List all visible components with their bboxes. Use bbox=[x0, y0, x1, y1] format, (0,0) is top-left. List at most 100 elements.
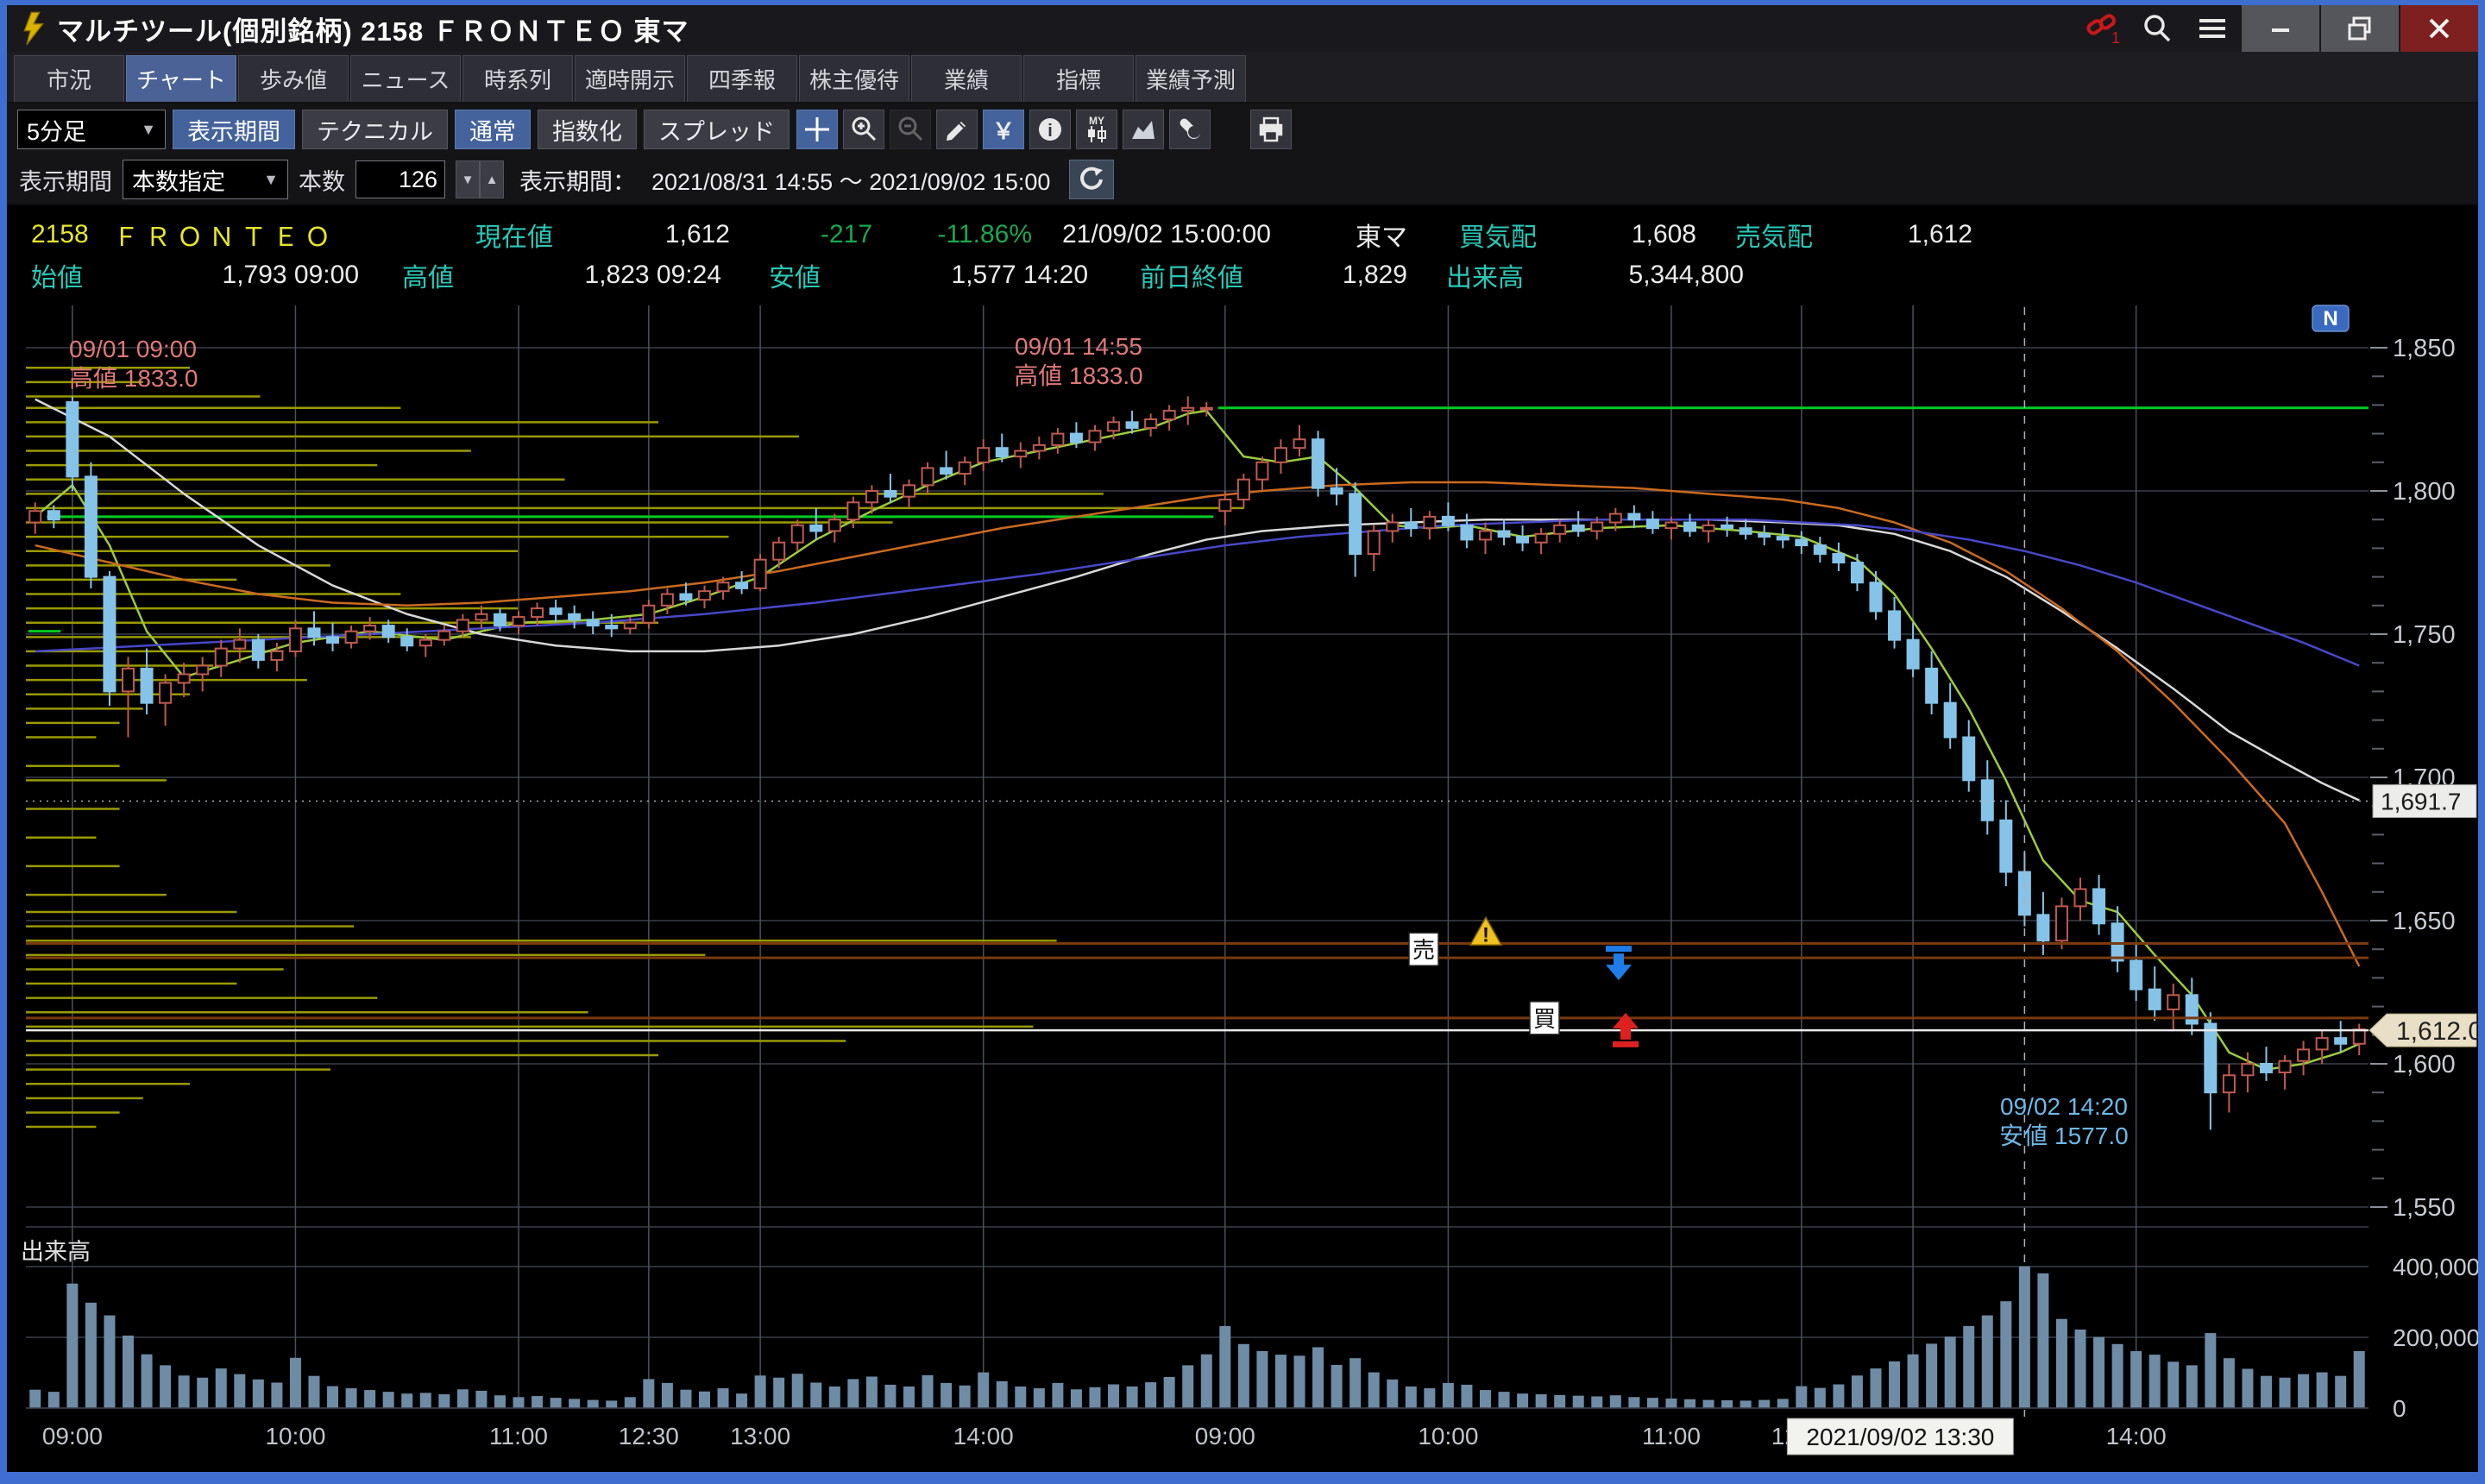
wrench-icon[interactable] bbox=[1169, 110, 1211, 149]
zoom-in-icon[interactable] bbox=[843, 110, 884, 149]
tab-株主優待[interactable]: 株主優待 bbox=[799, 55, 909, 102]
menu-icon[interactable] bbox=[2185, 5, 2240, 52]
period-mode-select[interactable]: 本数指定 ▼ bbox=[123, 160, 288, 199]
volume-bar bbox=[346, 1388, 357, 1408]
title-bar: マルチツール(個別銘柄) 2158 ＦＲＯＮＴＥＯ 東マ 1 bbox=[7, 5, 2478, 52]
annotation-line2: 安値 1577.0 bbox=[1999, 1122, 2128, 1149]
info-icon[interactable]: i bbox=[1029, 110, 1071, 149]
candle-body bbox=[1349, 494, 1361, 554]
volume-bar bbox=[1721, 1400, 1733, 1408]
my-candle-icon[interactable]: MY bbox=[1076, 110, 1117, 149]
candle-body bbox=[625, 623, 636, 629]
chart-canvas[interactable]: 売買!09/01 09:00高値 1833.009/01 14:55高値 183… bbox=[7, 297, 2478, 1472]
candle-body bbox=[1424, 517, 1435, 528]
toolbar-button-テクニカル[interactable]: テクニカル bbox=[302, 110, 448, 149]
candle-body bbox=[1387, 523, 1398, 531]
volume-bar bbox=[1108, 1385, 1119, 1408]
volume-bar bbox=[104, 1316, 115, 1408]
candle-body bbox=[2335, 1038, 2346, 1044]
candle-body bbox=[1703, 525, 1714, 531]
toolbar-button-表示期間[interactable]: 表示期間 bbox=[173, 110, 295, 149]
candle-body bbox=[1517, 537, 1528, 543]
current-price-callout-text: 1,612.0 bbox=[2396, 1017, 2478, 1046]
candle-body bbox=[364, 626, 375, 632]
volume-bar bbox=[1145, 1382, 1156, 1408]
tab-チャート[interactable]: チャート bbox=[126, 55, 236, 102]
tab-業績[interactable]: 業績 bbox=[911, 55, 1022, 102]
candle-body bbox=[1443, 517, 1454, 525]
volume-bar bbox=[1591, 1396, 1602, 1408]
candle-body bbox=[2037, 915, 2048, 940]
price-axis-label: 1,600 bbox=[2393, 1051, 2456, 1078]
minimize-button[interactable] bbox=[2242, 5, 2319, 52]
candle-body bbox=[1628, 514, 1639, 520]
count-decrement-button[interactable]: ▼ bbox=[456, 160, 480, 198]
candle-body bbox=[736, 582, 747, 588]
candle-body bbox=[253, 640, 264, 660]
volume-bar bbox=[1201, 1355, 1212, 1408]
volume-bar bbox=[1908, 1355, 1919, 1408]
volume-bar bbox=[2093, 1337, 2104, 1408]
chart-area[interactable]: 売買!09/01 09:00高値 1833.009/01 14:55高値 183… bbox=[7, 297, 2478, 1472]
candle-body bbox=[494, 614, 506, 626]
quote1-field-0: 2158 bbox=[31, 220, 113, 249]
volume-bar bbox=[2205, 1333, 2216, 1408]
candle-body bbox=[922, 468, 934, 485]
volume-bar bbox=[2186, 1365, 2198, 1408]
candle-body bbox=[66, 402, 78, 476]
printer-icon[interactable] bbox=[1250, 110, 1292, 149]
tab-時系列[interactable]: 時系列 bbox=[462, 55, 573, 102]
candle-body bbox=[216, 649, 227, 666]
candle-body bbox=[1740, 528, 1752, 534]
timeframe-select[interactable]: 5分足 ▼ bbox=[17, 110, 166, 149]
volume-bar bbox=[2149, 1355, 2161, 1408]
toolbar-button-通常[interactable]: 通常 bbox=[455, 110, 531, 149]
volume-bar bbox=[1554, 1395, 1565, 1408]
reset-range-button[interactable] bbox=[1069, 160, 1114, 199]
time-axis-label: 11:00 bbox=[489, 1423, 548, 1449]
candle-body bbox=[401, 637, 412, 645]
chart-annotation-2: 09/02 14:20安値 1577.0 bbox=[1999, 1093, 2128, 1149]
candle-body bbox=[1536, 534, 1547, 543]
price-gridlines bbox=[26, 305, 2369, 1408]
volume-bar bbox=[1461, 1385, 1472, 1408]
quote2-field-5: 1,577 14:20 bbox=[846, 261, 1088, 290]
tab-歩み値[interactable]: 歩み値 bbox=[238, 55, 349, 102]
window-title: マルチツール(個別銘柄) 2158 ＦＲＯＮＴＥＯ 東マ bbox=[57, 9, 689, 48]
buy-execution-arrow-bar bbox=[1613, 1041, 1639, 1047]
restore-button[interactable] bbox=[2321, 5, 2399, 52]
yen-icon[interactable]: ￥ bbox=[983, 110, 1024, 149]
area-chart-icon[interactable] bbox=[1123, 110, 1164, 149]
close-button[interactable] bbox=[2400, 5, 2478, 52]
count-increment-button[interactable]: ▲ bbox=[480, 160, 504, 198]
candle-body bbox=[234, 640, 245, 649]
toolbar-button-指数化[interactable]: 指数化 bbox=[538, 110, 637, 149]
tab-四季報[interactable]: 四季報 bbox=[687, 55, 797, 102]
crosshair-plus-icon[interactable] bbox=[796, 110, 838, 149]
candle-body bbox=[1833, 554, 1844, 563]
price-axis: 1,8501,8001,7501,7001,6501,6001,550400,0… bbox=[2370, 335, 2478, 1422]
volume-bar bbox=[253, 1380, 264, 1408]
tab-適時開示[interactable]: 適時開示 bbox=[575, 55, 685, 102]
volume-bar bbox=[2112, 1344, 2123, 1408]
search-icon[interactable] bbox=[2130, 5, 2185, 52]
volume-bar bbox=[1052, 1383, 1063, 1408]
volume-bar bbox=[792, 1374, 803, 1408]
candle-body bbox=[1610, 514, 1621, 523]
volume-bar bbox=[1312, 1347, 1324, 1408]
tab-ニュース[interactable]: ニュース bbox=[350, 55, 461, 102]
link-icon[interactable]: 1 bbox=[2074, 5, 2130, 52]
time-axis-label: 14:00 bbox=[953, 1423, 1014, 1449]
tab-業績予測[interactable]: 業績予測 bbox=[1136, 55, 1246, 102]
bar-count-input[interactable] bbox=[355, 160, 445, 198]
tab-市況[interactable]: 市況 bbox=[14, 55, 124, 102]
candle-body bbox=[718, 582, 729, 591]
pencil-icon[interactable] bbox=[936, 110, 978, 149]
candle-body bbox=[197, 666, 208, 675]
volume-bar bbox=[1480, 1390, 1491, 1408]
tab-指標[interactable]: 指標 bbox=[1023, 55, 1134, 102]
quote1-field-8: 買気配 bbox=[1459, 216, 1558, 254]
toolbar-button-スプレッド[interactable]: スプレッド bbox=[644, 110, 790, 149]
volume-bar bbox=[1684, 1399, 1695, 1408]
volume-bar bbox=[494, 1395, 506, 1408]
